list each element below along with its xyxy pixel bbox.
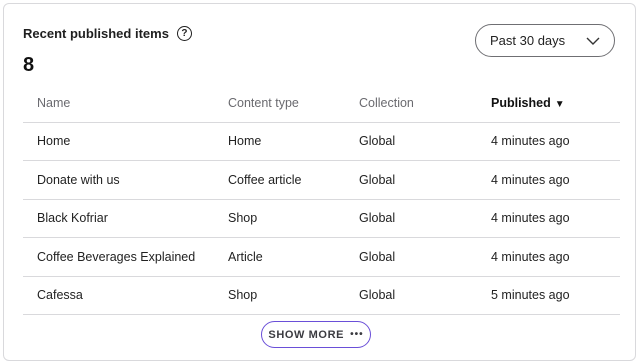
row-collection: Global bbox=[345, 199, 477, 238]
column-header-collection[interactable]: Collection bbox=[345, 85, 477, 123]
row-name: Black Kofriar bbox=[23, 199, 214, 238]
more-dots-icon: ••• bbox=[350, 329, 364, 340]
row-name: Home bbox=[23, 122, 214, 161]
table-row[interactable]: Black Kofriar Shop Global 4 minutes ago bbox=[23, 199, 620, 238]
row-collection: Global bbox=[345, 237, 477, 277]
row-name: Coffee Beverages Explained bbox=[23, 237, 214, 277]
row-name: Donate with us bbox=[23, 160, 214, 200]
row-published: 4 minutes ago bbox=[477, 199, 620, 238]
published-items-table: Name Content type Collection Published ▼ … bbox=[23, 85, 620, 315]
table-row[interactable]: Coffee Beverages Explained Article Globa… bbox=[23, 237, 620, 277]
question-circle-icon[interactable]: ? bbox=[176, 26, 192, 41]
table-row[interactable]: Cafessa Shop Global 5 minutes ago bbox=[23, 276, 620, 315]
row-collection: Global bbox=[345, 160, 477, 200]
row-collection: Global bbox=[345, 122, 477, 161]
date-range-value: Past 30 days bbox=[490, 33, 566, 48]
row-published: 5 minutes ago bbox=[477, 276, 620, 315]
row-content-type: Coffee article bbox=[214, 160, 345, 200]
row-name: Cafessa bbox=[23, 276, 214, 315]
card-title: Recent published items bbox=[23, 26, 169, 41]
table-row[interactable]: Donate with us Coffee article Global 4 m… bbox=[23, 160, 620, 200]
row-published: 4 minutes ago bbox=[477, 160, 620, 200]
title-row: Recent published items ? bbox=[23, 26, 192, 41]
show-more-button[interactable]: SHOW MORE ••• bbox=[261, 321, 371, 348]
date-range-select[interactable]: Past 30 days bbox=[475, 24, 615, 57]
row-content-type: Home bbox=[214, 122, 345, 161]
row-published: 4 minutes ago bbox=[477, 122, 620, 161]
table-row[interactable]: Home Home Global 4 minutes ago bbox=[23, 122, 620, 161]
sort-descending-icon: ▼ bbox=[554, 99, 565, 111]
column-header-published-label: Published bbox=[491, 96, 551, 111]
column-header-name[interactable]: Name bbox=[23, 85, 214, 123]
show-more-label: SHOW MORE bbox=[268, 328, 345, 341]
row-content-type: Shop bbox=[214, 199, 345, 238]
column-header-published[interactable]: Published ▼ bbox=[477, 85, 620, 123]
row-content-type: Shop bbox=[214, 276, 345, 315]
chevron-down-icon bbox=[586, 37, 600, 45]
published-count: 8 bbox=[23, 54, 35, 76]
column-header-content-type[interactable]: Content type bbox=[214, 85, 345, 123]
recent-published-card: Recent published items ? 8 Past 30 days … bbox=[3, 3, 636, 361]
row-published: 4 minutes ago bbox=[477, 237, 620, 277]
row-content-type: Article bbox=[214, 237, 345, 277]
row-collection: Global bbox=[345, 276, 477, 315]
table-header-row: Name Content type Collection Published ▼ bbox=[23, 85, 620, 123]
